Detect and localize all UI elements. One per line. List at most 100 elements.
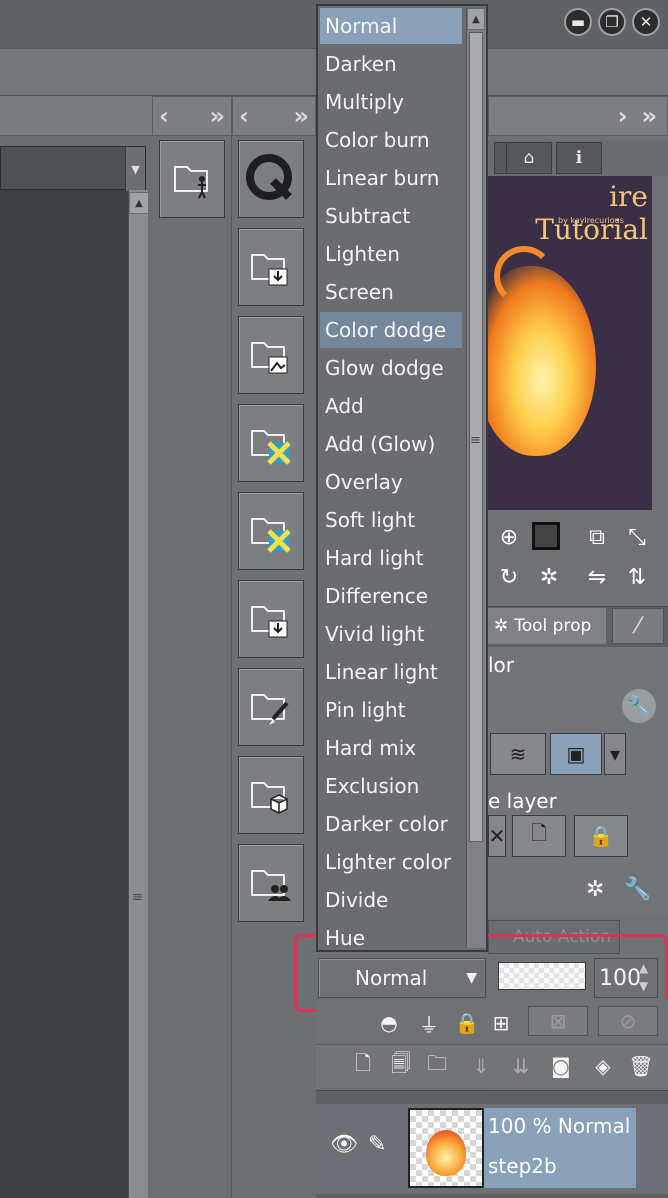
navigator-preview[interactable]: ire Tutorial by kaylrecurious xyxy=(488,176,652,510)
scroll-up-button[interactable]: ▲ xyxy=(129,192,149,214)
scroll-up-button[interactable]: ▲ xyxy=(467,8,485,30)
new-layer-button[interactable]: 🗋 xyxy=(512,815,566,857)
folder-people-icon xyxy=(251,870,291,901)
layer-lock-row: ◓ ⏚ 🔒 ⊞ ⊠ ⊘ xyxy=(316,1000,668,1042)
search-material-button[interactable] xyxy=(238,140,304,218)
collapse-right-icon[interactable]: › xyxy=(618,102,628,130)
clear-button[interactable]: ✕ xyxy=(488,815,506,857)
close-button[interactable]: ✕ xyxy=(632,8,660,36)
new-raster-layer-icon[interactable]: 🗋 xyxy=(348,1051,378,1081)
tab-tool-property[interactable]: ✲ Tool prop xyxy=(488,608,606,644)
wrench-icon[interactable]: 🔧 xyxy=(624,877,651,902)
blend-option[interactable]: Glow dodge xyxy=(320,350,462,386)
flip-vertical-icon[interactable]: ⇅ xyxy=(622,562,652,592)
blend-option[interactable]: Darker color xyxy=(320,806,462,842)
layer-icon-button[interactable]: ≋ xyxy=(490,733,546,775)
canvas-dropdown-button[interactable]: ▼ xyxy=(125,147,145,191)
wrench-icon[interactable]: 🔧 xyxy=(622,689,656,723)
blend-option[interactable]: Color burn xyxy=(320,122,462,158)
combine-down-icon[interactable]: ⇊ xyxy=(506,1051,536,1081)
folder-brush-button[interactable] xyxy=(238,668,304,746)
reference-icon[interactable]: ⏚ xyxy=(414,1008,444,1038)
folder-people-button[interactable] xyxy=(238,844,304,922)
lock-layer-button[interactable]: 🔒 xyxy=(574,815,628,857)
folder-image-button[interactable] xyxy=(238,316,304,394)
column-header-1[interactable]: ‹ » xyxy=(152,96,232,136)
blend-option[interactable]: Pin light xyxy=(320,692,462,728)
blend-option[interactable]: Exclusion xyxy=(320,768,462,804)
collapse-left-icon[interactable]: ‹ xyxy=(239,102,249,130)
preview-title: ire Tutorial xyxy=(535,180,648,246)
fit-window-icon[interactable]: ⧉ xyxy=(582,522,612,552)
rotate-icon[interactable]: ↻ xyxy=(494,562,524,592)
canvas-area[interactable] xyxy=(0,146,128,1198)
folder-import-button[interactable] xyxy=(238,580,304,658)
folder-pattern-2-button[interactable] xyxy=(238,492,304,570)
expand-double-icon[interactable]: » xyxy=(293,102,309,130)
layer-dropdown-button[interactable]: ▾ xyxy=(604,733,626,775)
blend-option[interactable]: Add xyxy=(320,388,462,424)
blend-option[interactable]: Hard mix xyxy=(320,730,462,766)
new-vector-layer-icon[interactable]: 🗐 xyxy=(386,1051,416,1081)
transfer-down-icon[interactable]: ⇓ xyxy=(466,1051,496,1081)
blend-option[interactable]: Add (Glow) xyxy=(320,426,462,462)
dropdown-scrollbar[interactable]: ▲ ≡ xyxy=(466,8,486,948)
blend-option[interactable]: Linear burn xyxy=(320,160,462,196)
canvas-scrollbar[interactable]: ▲ ≡ xyxy=(128,190,149,1198)
maximize-button[interactable]: ❐ xyxy=(598,8,626,36)
folder-3d-button[interactable] xyxy=(238,756,304,834)
blend-option[interactable]: Subtract xyxy=(320,198,462,234)
pen-icon[interactable]: ✎ xyxy=(368,1132,386,1157)
blend-option[interactable]: Lighter color xyxy=(320,844,462,880)
chevron-down-icon: ▾ xyxy=(609,742,621,766)
eye-icon[interactable]: 👁 xyxy=(330,1132,358,1157)
lock-transparency-icon[interactable]: ⊞ xyxy=(486,1008,516,1038)
expand-double-icon[interactable]: » xyxy=(209,102,225,130)
blend-option[interactable]: Soft light xyxy=(320,502,462,538)
blend-option[interactable]: Normal xyxy=(320,8,462,44)
trash-icon[interactable]: 🗑 xyxy=(626,1051,656,1081)
settings-gear-icon[interactable]: ✲ xyxy=(586,877,604,902)
blend-option[interactable]: Color dodge xyxy=(320,312,462,348)
fit-view-icon[interactable] xyxy=(532,522,560,550)
flip-horizontal-icon[interactable]: ⇋ xyxy=(582,562,612,592)
tool-property-tab-label: Tool prop xyxy=(514,616,592,636)
expand-double-icon[interactable]: » xyxy=(641,102,657,130)
column-header-2[interactable]: ‹ » xyxy=(232,96,316,136)
right-panel-header[interactable]: › » xyxy=(488,96,668,136)
ruler-disabled-icon[interactable]: ⊘ xyxy=(598,1006,658,1036)
blend-option[interactable]: Hue xyxy=(320,920,462,950)
layer-image-button[interactable]: ▣ xyxy=(550,733,602,775)
clipping-icon[interactable]: ◓ xyxy=(374,1008,404,1038)
mask-icon[interactable]: ◙ xyxy=(546,1051,576,1081)
blend-option[interactable]: Multiply xyxy=(320,84,462,120)
flip-icon[interactable]: ⤡ xyxy=(622,522,652,552)
blend-option[interactable]: Lighten xyxy=(320,236,462,272)
layer-name: step2b xyxy=(488,1154,557,1178)
blend-option[interactable]: Hard light xyxy=(320,540,462,576)
tab-layer-property[interactable]: ⌂ xyxy=(506,142,552,174)
zoom-in-icon[interactable]: ⊕ xyxy=(494,522,524,552)
mask-disabled-icon[interactable]: ⊠ xyxy=(528,1006,588,1036)
minimize-button[interactable]: ▬ xyxy=(564,8,592,36)
blend-option[interactable]: Screen xyxy=(320,274,462,310)
new-folder-icon[interactable]: 🗀 xyxy=(422,1051,452,1081)
lock-icon[interactable]: 🔒 xyxy=(452,1008,482,1038)
blend-option[interactable]: Vivid light xyxy=(320,616,462,652)
blend-option[interactable]: Linear light xyxy=(320,654,462,690)
folder-figure-button[interactable] xyxy=(159,140,225,218)
tab-brush-size[interactable]: ⁄ xyxy=(612,608,664,644)
collapse-left-icon[interactable]: ‹ xyxy=(159,102,169,130)
blend-option[interactable]: Darken xyxy=(320,46,462,82)
blend-mode-dropdown-list[interactable]: Normal Darken Multiply Color burn Linear bur… xyxy=(316,4,488,952)
reset-rotation-icon[interactable]: ✲ xyxy=(534,562,564,592)
blend-option[interactable]: Divide xyxy=(320,882,462,918)
blend-option[interactable]: Overlay xyxy=(320,464,462,500)
dropdown-scroll-thumb[interactable]: ≡ xyxy=(469,32,483,842)
blend-option[interactable]: Difference xyxy=(320,578,462,614)
apply-mask-icon[interactable]: ◈ xyxy=(588,1051,618,1081)
layer-toolbar: 🗋 🗐 🗀 ⇓ ⇊ ◙ ◈ 🗑 xyxy=(316,1044,668,1088)
folder-pattern-button[interactable] xyxy=(238,404,304,482)
folder-download-button[interactable] xyxy=(238,228,304,306)
tab-info[interactable]: ℹ xyxy=(556,142,602,174)
